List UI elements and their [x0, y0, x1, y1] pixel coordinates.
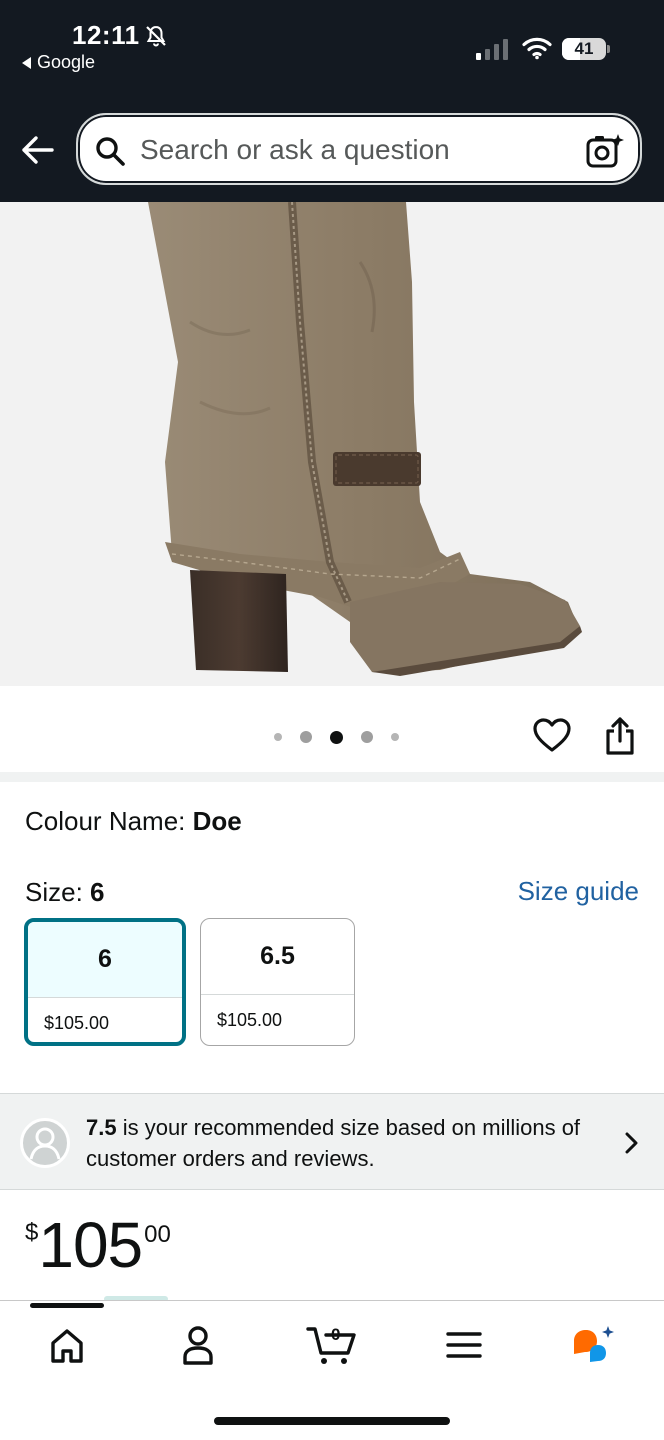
account-icon[interactable]	[174, 1323, 222, 1367]
size-value: 6	[90, 877, 105, 907]
size-recommendation-banner[interactable]: 7.5 is your recommended size based on mi…	[0, 1093, 664, 1190]
cart-button[interactable]: 0	[306, 1323, 358, 1367]
share-icon[interactable]	[602, 716, 638, 756]
home-icon[interactable]	[43, 1323, 91, 1367]
battery-indicator: 41	[562, 38, 606, 60]
battery-tip	[607, 45, 610, 53]
size-option-price: $105.00	[217, 1009, 283, 1030]
size-option-price: $105.00	[44, 1012, 110, 1033]
back-arrow-icon[interactable]	[18, 132, 58, 168]
colour-label: Colour Name:	[25, 806, 186, 836]
carousel-dot-1	[274, 733, 282, 741]
boot-image	[148, 202, 582, 676]
back-app-label: Google	[37, 52, 96, 72]
search-bar[interactable]	[76, 113, 642, 185]
price-fraction: 00	[144, 1221, 171, 1248]
size-option-6[interactable]: 6 $105.00	[24, 918, 186, 1046]
search-icon	[96, 137, 125, 166]
menu-icon[interactable]	[440, 1323, 488, 1367]
silent-bell-icon	[146, 25, 166, 47]
wishlist-heart-icon[interactable]	[532, 716, 572, 754]
battery-level: 41	[574, 39, 594, 58]
top-bar: 12:11 Google 41	[0, 0, 664, 202]
carousel-dots	[274, 730, 417, 744]
size-option-size: 6.5	[201, 919, 354, 995]
status-time: 12:11	[72, 20, 140, 50]
search-input[interactable]	[140, 129, 570, 171]
carousel-dot-2	[300, 731, 312, 743]
section-divider	[0, 772, 664, 782]
price-currency: $	[25, 1219, 39, 1246]
carousel-dot-4	[361, 731, 373, 743]
rufus-assistant-icon[interactable]	[570, 1323, 618, 1367]
user-avatar-icon	[29, 1127, 61, 1160]
wifi-icon	[522, 37, 552, 60]
back-triangle-icon	[22, 56, 31, 69]
product-price: $ 105 00	[25, 1205, 171, 1285]
active-tab-indicator	[30, 1303, 104, 1308]
carousel-dot-5	[391, 733, 399, 741]
size-row: Size: 6	[25, 877, 105, 908]
colour-name-row: Colour Name: Doe	[25, 806, 242, 837]
recommended-size: 7.5	[86, 1115, 117, 1140]
size-option-size: 6	[28, 922, 182, 998]
camera-search-icon[interactable]	[586, 133, 624, 169]
cart-count: 0	[331, 1325, 341, 1344]
avatar	[20, 1118, 70, 1168]
size-option-6-5[interactable]: 6.5 $105.00	[200, 918, 355, 1046]
chevron-right-icon	[625, 1132, 638, 1154]
product-image[interactable]	[0, 202, 664, 686]
cellular-signal-icon	[476, 39, 508, 60]
back-to-app[interactable]: Google	[22, 52, 95, 73]
colour-value: Doe	[192, 806, 242, 836]
recommendation-message: is your recommended size based on millio…	[86, 1115, 581, 1171]
home-indicator	[214, 1417, 450, 1425]
recommendation-text: 7.5 is your recommended size based on mi…	[86, 1112, 606, 1174]
carousel-dot-3-active	[330, 730, 343, 744]
size-guide-link[interactable]: Size guide	[518, 876, 639, 907]
size-label: Size:	[25, 877, 83, 907]
price-whole: 105	[38, 1209, 143, 1281]
